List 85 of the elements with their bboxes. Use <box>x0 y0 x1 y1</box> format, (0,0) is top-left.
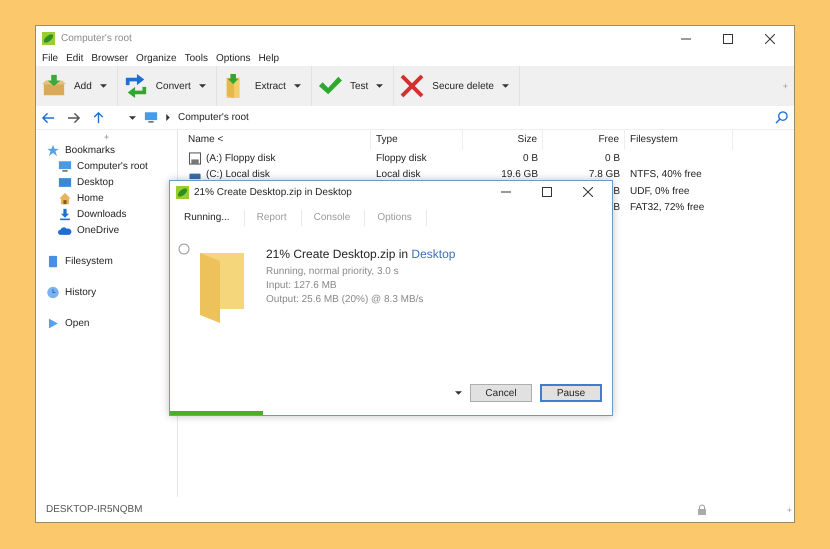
sidebar-toggle[interactable]: + <box>104 133 110 142</box>
dialog-title: 21% Create Desktop.zip in Desktop <box>194 186 352 198</box>
toolbar-button[interactable]: Secure delete <box>432 80 494 92</box>
dropdown-caret-icon[interactable] <box>376 84 384 88</box>
close-icon[interactable] <box>765 34 775 44</box>
house-icon <box>58 192 72 204</box>
column-header[interactable]: Free <box>543 130 625 150</box>
monitor-icon <box>144 111 158 124</box>
maximize-icon[interactable] <box>542 187 552 197</box>
dialog-button[interactable]: Cancel <box>470 384 532 402</box>
close-icon[interactable] <box>583 187 593 197</box>
menu-item[interactable]: Options <box>216 53 250 64</box>
menu-item[interactable]: Browser <box>91 53 128 64</box>
menu-item[interactable]: Organize <box>136 53 177 64</box>
dropdown-caret-icon[interactable] <box>129 116 136 120</box>
table-cell: 0 B <box>522 152 538 164</box>
toolbar-button[interactable]: Extract <box>254 80 286 92</box>
table-cell: 19.6 GB <box>501 169 538 180</box>
table-cell: B <box>613 202 620 214</box>
lock-icon <box>696 504 707 516</box>
task-heading: 21% Create Desktop.zip in <box>266 247 408 261</box>
bookmark-item[interactable]: Home <box>77 192 104 204</box>
column-header[interactable]: Filesystem <box>625 130 733 150</box>
forward-arrow-icon[interactable] <box>67 112 80 124</box>
dropdown-caret-icon[interactable] <box>100 84 107 88</box>
dropdown-caret-icon[interactable] <box>455 391 462 395</box>
task-detail: Output: 25.6 MB (20%) @ 8.3 MB/s <box>266 293 424 307</box>
address-path[interactable]: Computer's root <box>178 112 249 123</box>
sidebar-item[interactable]: Bookmarks <box>65 144 116 156</box>
toolbar-button[interactable]: Convert <box>156 80 191 92</box>
destination-link[interactable]: Desktop <box>411 247 456 261</box>
sidebar-item[interactable]: Open <box>65 318 90 328</box>
table-cell: Local disk <box>376 169 420 180</box>
dialog-button[interactable]: Pause <box>540 384 602 402</box>
desktop-icon <box>58 176 72 188</box>
app-logo-icon <box>42 32 55 45</box>
app-logo-icon <box>176 186 189 198</box>
spinner-icon <box>178 243 190 255</box>
menu-item[interactable]: Help <box>258 53 280 64</box>
play-icon <box>46 316 60 330</box>
status-text: DESKTOP-IR5NQBM <box>46 504 142 515</box>
table-cell: NTFS, 40% free <box>630 169 702 180</box>
drive-icon <box>46 254 60 268</box>
download-icon <box>58 208 72 220</box>
dialog-tab[interactable]: Running... <box>178 210 245 226</box>
table-cell: 7.8 GB <box>588 169 620 180</box>
table-cell: FAT32, 72% free <box>630 202 704 214</box>
column-header[interactable]: Size <box>463 130 543 150</box>
chevron-right-icon[interactable] <box>166 114 170 121</box>
bookmark-item[interactable]: Computer's root <box>77 160 148 172</box>
back-arrow-icon[interactable] <box>42 112 55 124</box>
window-title: Computer's root <box>61 33 132 44</box>
table-cell: 0 B <box>604 152 620 164</box>
table-cell: Floppy disk <box>376 152 427 164</box>
dropdown-caret-icon[interactable] <box>198 84 206 88</box>
menu-item[interactable]: Edit <box>66 53 84 64</box>
monitor-icon <box>58 160 72 172</box>
toolbar-button[interactable]: Add <box>74 80 92 92</box>
bookmark-item[interactable]: Downloads <box>77 208 126 220</box>
floppy-icon <box>188 152 202 165</box>
search-icon[interactable] <box>775 111 788 124</box>
cross-icon <box>400 74 424 98</box>
task-detail: Running, normal priority, 3.0 s <box>266 265 400 279</box>
bookmark-item[interactable]: OneDrive <box>77 224 120 236</box>
up-arrow-icon[interactable] <box>92 112 105 124</box>
table-cell: (C:) Local disk <box>206 169 270 180</box>
clock-icon <box>46 286 60 298</box>
sidebar-item[interactable]: History <box>65 286 96 298</box>
table-cell: (A:) Floppy disk <box>206 152 276 164</box>
column-header[interactable]: Name < <box>183 130 371 150</box>
menu-item[interactable]: Tools <box>184 53 208 64</box>
table-cell: UDF, 0% free <box>630 186 690 197</box>
task-detail: Input: 127.6 MB <box>266 279 338 293</box>
box-icon <box>42 74 66 98</box>
column-header[interactable]: Type <box>371 130 463 150</box>
sidebar-item[interactable]: Filesystem <box>65 256 113 266</box>
bookmark-item[interactable]: Desktop <box>77 176 114 188</box>
table-cell: B <box>613 186 620 197</box>
maximize-icon[interactable] <box>723 34 733 44</box>
star-icon <box>46 144 60 156</box>
dropdown-caret-icon[interactable] <box>502 84 509 88</box>
toolbar-button[interactable]: Test <box>350 80 368 92</box>
menu-item[interactable]: File <box>42 53 58 64</box>
dropdown-caret-icon[interactable] <box>294 84 301 88</box>
convert-arrows-icon <box>124 74 148 98</box>
